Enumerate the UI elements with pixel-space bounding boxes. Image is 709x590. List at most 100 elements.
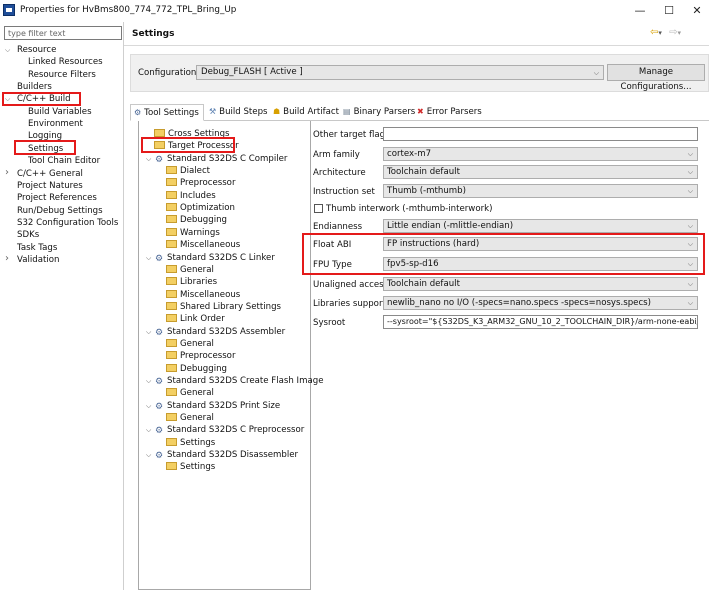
nav-item-build-variables[interactable]: Build Variables: [28, 106, 92, 118]
chevron-down-icon[interactable]: ⌵: [146, 252, 153, 264]
tool-node[interactable]: ⌵ ⚙ Standard S32DS C Linker: [146, 252, 275, 264]
folder-icon: [166, 351, 177, 360]
tool-option-node[interactable]: Debugging: [166, 214, 227, 226]
tool-node[interactable]: ⌵ ⚙ Standard S32DS C Preprocessor: [146, 424, 304, 436]
nav-item-run-debug-settings[interactable]: Run/Debug Settings: [17, 205, 103, 217]
nav-item-resource-filters[interactable]: Resource Filters: [28, 69, 96, 81]
history-nav: ⇦▾ ⇨▾: [650, 27, 681, 38]
tool-node[interactable]: ⌵ ⚙ Standard S32DS Print Size: [146, 400, 280, 412]
arm-family-select[interactable]: cortex-m7 ⌵: [383, 147, 698, 161]
forward-dropdown-icon[interactable]: ▾: [677, 29, 681, 37]
tool-option-node[interactable]: Warnings: [166, 227, 220, 239]
tool-option-node[interactable]: General: [166, 338, 214, 350]
nav-item-settings[interactable]: Settings: [28, 143, 63, 155]
tool-option-node[interactable]: Link Order: [166, 313, 225, 325]
tool-node[interactable]: ⌵ ⚙ Standard S32DS Disassembler: [146, 449, 298, 461]
nav-item-resource[interactable]: ⌵ Resource: [5, 44, 56, 56]
tab-build-artifact[interactable]: ☗ Build Artifact: [270, 104, 339, 120]
tool-option-node[interactable]: Optimization: [166, 202, 235, 214]
tool-option-node[interactable]: General: [166, 412, 214, 424]
sysroot-input[interactable]: --sysroot="${S32DS_K3_ARM32_GNU_10_2_TOO…: [383, 315, 698, 329]
splitter[interactable]: [123, 22, 124, 590]
tab-build-steps[interactable]: ⚒ Build Steps: [206, 104, 268, 120]
unaligned-access-select[interactable]: Toolchain default ⌵: [383, 277, 698, 291]
nav-item-environment[interactable]: Environment: [28, 118, 83, 130]
nav-item-task-tags[interactable]: Task Tags: [17, 242, 57, 254]
tool-option-node[interactable]: Shared Library Settings: [166, 301, 281, 313]
chevron-down-icon[interactable]: ⌵: [146, 326, 153, 338]
tool-node-label: Link Order: [180, 314, 225, 325]
property-nav-tree: ⌵ Resource Linked Resources Resource Filter…: [0, 44, 122, 590]
fpu-type-select[interactable]: fpv5-sp-d16 ⌵: [383, 257, 698, 271]
fpu-type-value: fpv5-sp-d16: [387, 259, 439, 269]
thumb-interwork-checkbox[interactable]: [314, 204, 323, 213]
tool-option-node[interactable]: Settings: [166, 437, 215, 449]
arm-family-label: Arm family: [313, 150, 360, 160]
tab-binary-parsers[interactable]: ▤ Binary Parsers: [340, 104, 415, 120]
chevron-down-icon[interactable]: ⌵: [146, 375, 153, 387]
chevron-down-icon[interactable]: ⌵: [146, 449, 153, 461]
error-parsers-icon: ✖: [417, 107, 424, 116]
tool-option-node[interactable]: Miscellaneous: [166, 239, 240, 251]
nav-item-tool-chain-editor[interactable]: Tool Chain Editor: [28, 155, 100, 167]
manage-configurations-button[interactable]: Manage Configurations...: [607, 64, 705, 92]
chevron-down-icon[interactable]: ⌵: [5, 44, 10, 56]
nav-item-validation[interactable]: › Validation: [5, 253, 59, 266]
tool-option-node[interactable]: Preprocessor: [166, 350, 235, 362]
chevron-down-icon[interactable]: ⌵: [5, 93, 10, 105]
nav-item-project-references[interactable]: Project References: [17, 192, 97, 204]
libraries-support-select[interactable]: newlib_nano no I/O (-specs=nano.specs -s…: [383, 296, 698, 310]
folder-icon: [166, 190, 177, 199]
chevron-right-icon[interactable]: ›: [5, 253, 9, 265]
tool-option-node[interactable]: Includes: [166, 190, 216, 202]
page-title: Settings: [132, 29, 175, 39]
tool-option-node[interactable]: Libraries: [166, 276, 217, 288]
nav-item-label: Task Tags: [17, 242, 58, 253]
tool-node[interactable]: ⌵ ⚙ Standard S32DS Assembler: [146, 326, 285, 338]
window-title: Properties for HvBms800_774_772_TPL_Brin…: [20, 5, 237, 15]
tool-option-node[interactable]: Cross Settings: [154, 128, 230, 140]
tool-option-node[interactable]: Dialect: [166, 165, 210, 177]
nav-item-c-c-general[interactable]: › C/C++ General: [5, 167, 83, 180]
chevron-right-icon[interactable]: ›: [5, 167, 9, 179]
nav-item-sdks[interactable]: SDKs: [17, 229, 39, 241]
tool-option-node[interactable]: Miscellaneous: [166, 289, 240, 301]
nav-item-c-c-build[interactable]: ⌵ C/C++ Build: [5, 93, 71, 105]
nav-item-label: SDKs: [17, 230, 40, 241]
minimize-button[interactable]: —: [627, 2, 653, 20]
nav-item-project-natures[interactable]: Project Natures: [17, 180, 83, 192]
back-dropdown-icon[interactable]: ▾: [658, 29, 662, 37]
maximize-button[interactable]: ☐: [656, 2, 682, 20]
tool-node[interactable]: ⌵ ⚙ Standard S32DS C Compiler: [146, 153, 287, 165]
folder-icon: [166, 301, 177, 310]
libraries-support-value: newlib_nano no I/O (-specs=nano.specs -s…: [387, 298, 652, 308]
tool-node[interactable]: ⌵ ⚙ Standard S32DS Create Flash Image: [146, 375, 323, 387]
tool-option-node[interactable]: General: [166, 387, 214, 399]
tool-option-node[interactable]: Target Processor: [154, 140, 239, 152]
chevron-down-icon[interactable]: ⌵: [146, 400, 153, 412]
endianness-select[interactable]: Little endian (-mlittle-endian) ⌵: [383, 219, 698, 233]
nav-item-s32-configuration-tools[interactable]: S32 Configuration Tools: [17, 217, 118, 229]
other-target-flags-input[interactable]: [383, 127, 698, 141]
configuration-select[interactable]: Debug_FLASH [ Active ] ⌵: [196, 65, 604, 80]
tool-option-node[interactable]: Preprocessor: [166, 177, 235, 189]
close-button[interactable]: ✕: [684, 2, 709, 20]
tab-error-parsers[interactable]: ✖ Error Parsers: [414, 104, 482, 120]
tool-node-label: Warnings: [180, 227, 220, 238]
architecture-select[interactable]: Toolchain default ⌵: [383, 165, 698, 179]
tool-option-node[interactable]: General: [166, 264, 214, 276]
tab-tool-settings[interactable]: ⚙ Tool Settings: [130, 104, 204, 121]
chevron-down-icon[interactable]: ⌵: [146, 424, 153, 436]
instruction-set-select[interactable]: Thumb (-mthumb) ⌵: [383, 184, 698, 198]
float-abi-select[interactable]: FP instructions (hard) ⌵: [383, 237, 698, 251]
chevron-down-icon[interactable]: ⌵: [146, 153, 153, 165]
tool-node-label: General: [180, 264, 214, 275]
filter-input[interactable]: [4, 26, 122, 40]
nav-item-logging[interactable]: Logging: [28, 130, 62, 142]
folder-icon: [166, 178, 177, 187]
tool-option-node[interactable]: Debugging: [166, 363, 227, 375]
chevron-down-icon: ⌵: [687, 187, 693, 195]
nav-item-builders[interactable]: Builders: [17, 81, 52, 93]
tool-option-node[interactable]: Settings: [166, 461, 215, 473]
nav-item-linked-resources[interactable]: Linked Resources: [28, 56, 103, 68]
